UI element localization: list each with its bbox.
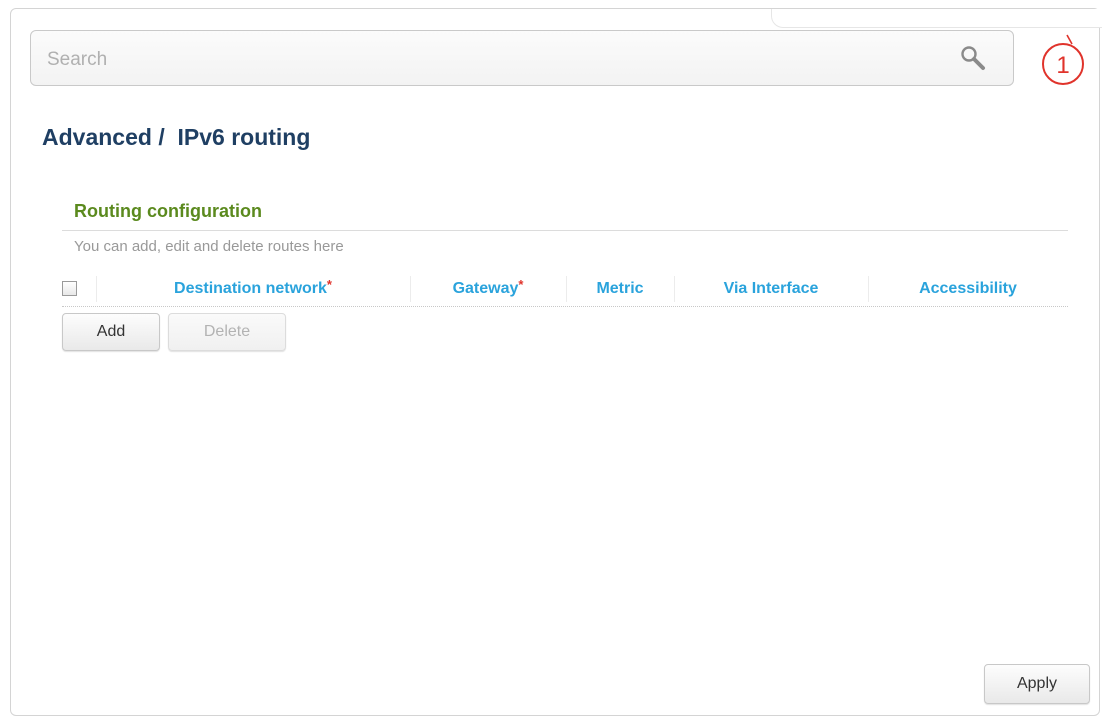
search-icon[interactable] (959, 44, 987, 72)
routes-table-header: Destination network* Gateway* Metric Via… (62, 272, 1068, 307)
apply-button[interactable]: Apply (984, 664, 1090, 704)
search-input[interactable] (45, 45, 929, 75)
select-all-checkbox[interactable] (62, 281, 77, 296)
column-destination-network[interactable]: Destination network* (96, 272, 410, 306)
required-marker: * (518, 277, 524, 292)
section-title: Routing configuration (74, 201, 262, 221)
page-title: Advanced / IPv6 routing (42, 124, 311, 150)
column-accessibility[interactable]: Accessibility (868, 272, 1068, 306)
callout-notch (771, 9, 1102, 28)
search-bar[interactable] (30, 30, 1014, 86)
badge-number: 1 (1056, 52, 1069, 79)
column-via-interface[interactable]: Via Interface (674, 272, 868, 306)
column-metric[interactable]: Metric (566, 272, 674, 306)
section-description: You can add, edit and delete routes here (74, 238, 344, 255)
add-button[interactable]: Add (62, 313, 160, 351)
column-gateway[interactable]: Gateway* (410, 272, 566, 306)
content-frame (10, 8, 1102, 716)
delete-button[interactable]: Delete (168, 313, 286, 351)
numbered-badge-icon: 1 (1042, 34, 1084, 85)
section-divider (62, 230, 1068, 231)
required-marker: * (326, 277, 332, 292)
